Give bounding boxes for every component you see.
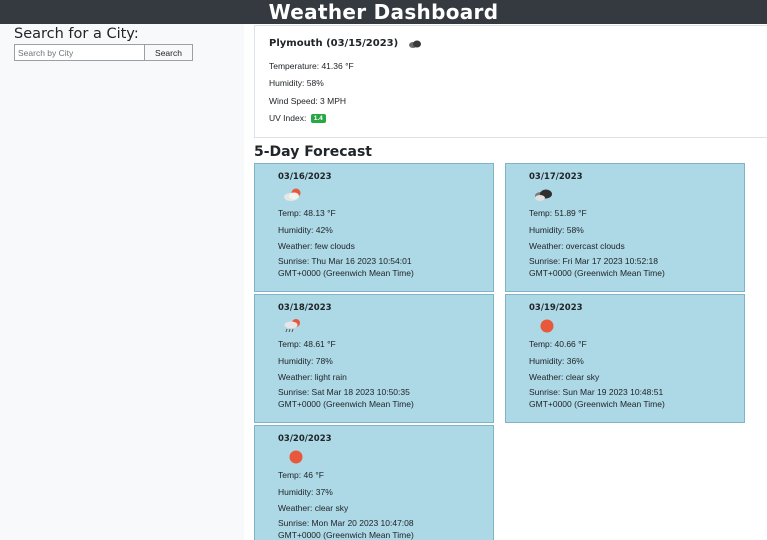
current-weather-card: Plymouth (03/15/2023) Temperature: 41.36… bbox=[254, 25, 767, 138]
forecast-card: 03/19/2023 Temp: 40.66 °F Humidity: 36% … bbox=[505, 294, 745, 423]
forecast-weather: Weather: overcast clouds bbox=[529, 241, 625, 251]
forecast-sunrise-line2: GMT+0000 (Greenwich Mean Time) bbox=[529, 398, 665, 409]
forecast-humidity: Humidity: 36% bbox=[529, 356, 584, 366]
uv-index-label: UV Index: bbox=[269, 113, 307, 123]
forecast-weather: Weather: clear sky bbox=[278, 503, 349, 513]
forecast-date: 03/19/2023 bbox=[529, 303, 583, 313]
forecast-card: 03/20/2023 Temp: 46 °F Humidity: 37% Wea… bbox=[254, 425, 494, 540]
forecast-sunrise-line1: Sunrise: Sat Mar 18 2023 10:50:35 bbox=[278, 387, 410, 397]
forecast-humidity: Humidity: 58% bbox=[529, 225, 584, 235]
forecast-humidity: Humidity: 42% bbox=[278, 225, 333, 235]
few-clouds-icon bbox=[282, 188, 304, 202]
forecast-weather: Weather: light rain bbox=[278, 372, 347, 382]
forecast-card: 03/17/2023 Temp: 51.89 °F Humidity: 58% … bbox=[505, 163, 745, 292]
forecast-sunrise-line1: Sunrise: Mon Mar 20 2023 10:47:08 bbox=[278, 518, 414, 528]
forecast-date: 03/18/2023 bbox=[278, 303, 332, 313]
forecast-temp: Temp: 40.66 °F bbox=[529, 339, 587, 349]
forecast-date: 03/17/2023 bbox=[529, 172, 583, 182]
forecast-card: 03/16/2023 Temp: 48.13 °F Humidity: 42% … bbox=[254, 163, 494, 292]
forecast-temp: Temp: 48.61 °F bbox=[278, 339, 336, 349]
forecast-card: 03/18/2023 Temp: 48.61 °F Humidity: 78% … bbox=[254, 294, 494, 423]
forecast-sunrise-line2: GMT+0000 (Greenwich Mean Time) bbox=[278, 267, 414, 278]
search-heading: Search for a City: bbox=[14, 26, 139, 42]
sidebar: Search for a City: Search bbox=[0, 24, 244, 540]
forecast-sunrise-line2: GMT+0000 (Greenwich Mean Time) bbox=[278, 398, 414, 409]
current-uv-index: UV Index: 1.4 bbox=[269, 113, 326, 124]
overcast-clouds-icon bbox=[408, 39, 422, 49]
page-title: Weather Dashboard bbox=[268, 0, 499, 24]
clear-sky-icon bbox=[282, 450, 304, 464]
forecast-humidity: Humidity: 37% bbox=[278, 487, 333, 497]
page-header: Weather Dashboard bbox=[0, 0, 767, 24]
search-form: Search bbox=[14, 44, 193, 61]
forecast-sunrise-line2: GMT+0000 (Greenwich Mean Time) bbox=[278, 529, 414, 540]
forecast-sunrise: Sunrise: Sun Mar 19 2023 10:48:51 GMT+00… bbox=[529, 387, 734, 410]
forecast-sunrise: Sunrise: Fri Mar 17 2023 10:52:18 GMT+00… bbox=[529, 256, 734, 279]
current-city-title: Plymouth (03/15/2023) bbox=[269, 38, 422, 49]
forecast-sunrise: Sunrise: Sat Mar 18 2023 10:50:35 GMT+00… bbox=[278, 387, 483, 410]
overcast-clouds-icon bbox=[533, 188, 555, 202]
forecast-date: 03/16/2023 bbox=[278, 172, 332, 182]
uv-index-badge: 1.4 bbox=[310, 114, 326, 124]
forecast-sunrise-line2: GMT+0000 (Greenwich Mean Time) bbox=[529, 267, 665, 278]
forecast-sunrise-line1: Sunrise: Fri Mar 17 2023 10:52:18 bbox=[529, 256, 658, 266]
current-city-date: Plymouth (03/15/2023) bbox=[269, 38, 399, 49]
current-temperature: Temperature: 41.36 °F bbox=[269, 61, 354, 71]
forecast-sunrise-line1: Sunrise: Thu Mar 16 2023 10:54:01 bbox=[278, 256, 412, 266]
forecast-temp: Temp: 46 °F bbox=[278, 470, 324, 480]
forecast-temp: Temp: 48.13 °F bbox=[278, 208, 336, 218]
forecast-humidity: Humidity: 78% bbox=[278, 356, 333, 366]
forecast-date: 03/20/2023 bbox=[278, 434, 332, 444]
current-wind-speed: Wind Speed: 3 MPH bbox=[269, 96, 347, 106]
forecast-weather: Weather: clear sky bbox=[529, 372, 600, 382]
forecast-heading: 5-Day Forecast bbox=[254, 144, 372, 160]
clear-sky-icon bbox=[533, 319, 555, 333]
search-input[interactable] bbox=[14, 44, 144, 61]
forecast-sunrise: Sunrise: Mon Mar 20 2023 10:47:08 GMT+00… bbox=[278, 518, 483, 540]
search-button[interactable]: Search bbox=[144, 44, 193, 61]
forecast-sunrise: Sunrise: Thu Mar 16 2023 10:54:01 GMT+00… bbox=[278, 256, 483, 279]
current-humidity: Humidity: 58% bbox=[269, 78, 324, 88]
forecast-temp: Temp: 51.89 °F bbox=[529, 208, 587, 218]
forecast-sunrise-line1: Sunrise: Sun Mar 19 2023 10:48:51 bbox=[529, 387, 664, 397]
forecast-weather: Weather: few clouds bbox=[278, 241, 355, 251]
light-rain-icon bbox=[282, 319, 304, 333]
